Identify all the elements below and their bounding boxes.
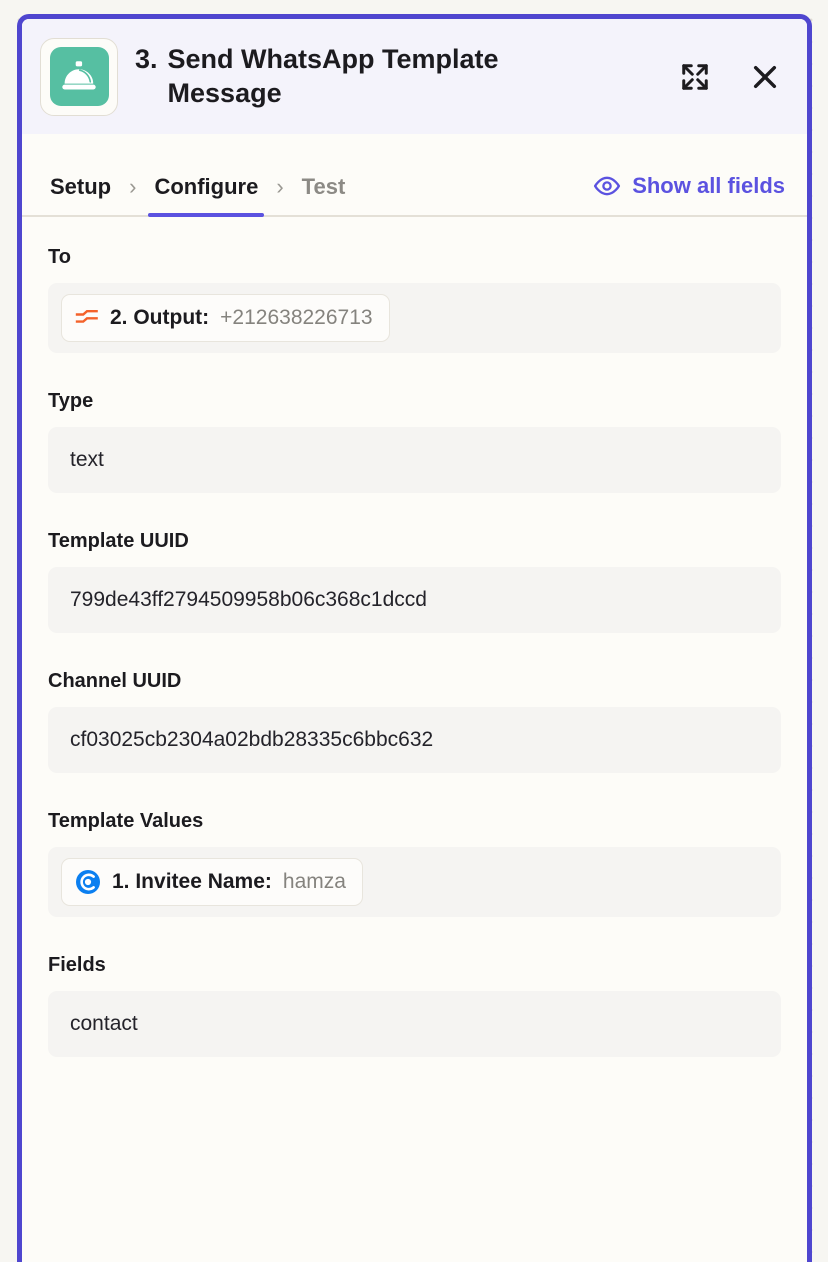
chip-key: 2. Output: xyxy=(110,306,210,329)
field-label-template-values: Template Values xyxy=(48,810,204,832)
field-group-channel-uuid: Channel UUID cf03025cb2304a02bdb28335c6b… xyxy=(48,669,781,773)
chip-key: 1. Invitee Name: xyxy=(112,870,272,893)
breadcrumb: Setup › Configure › Test xyxy=(48,134,348,217)
chevron-right-icon: › xyxy=(129,174,137,199)
tab-setup[interactable]: Setup xyxy=(48,176,113,215)
calendly-icon xyxy=(75,869,101,895)
field-group-type: Type text xyxy=(48,389,781,493)
field-input-template-uuid[interactable]: 799de43ff2794509958b06c368c1dccd xyxy=(48,567,781,633)
value-chip-output[interactable]: 2. Output: +212638226713 xyxy=(61,294,390,342)
configure-form: To 2. Output: +212638226713 Type text Te… xyxy=(22,217,807,1262)
chip-value: +212638226713 xyxy=(220,306,373,329)
action-configure-modal: 3. Send WhatsApp Template Message Setup … xyxy=(17,14,812,1262)
step-number: 3. xyxy=(135,43,158,74)
chip-value: hamza xyxy=(282,870,346,893)
field-group-fields: Fields contact xyxy=(48,953,781,1057)
expand-button[interactable] xyxy=(675,57,715,97)
close-icon xyxy=(753,65,777,88)
field-group-template-values: Template Values 1. Invitee Name: hamza xyxy=(48,809,781,917)
show-all-fields-label: Show all fields xyxy=(632,173,785,198)
chevron-right-icon: › xyxy=(276,174,284,199)
field-input-channel-uuid[interactable]: cf03025cb2304a02bdb28335c6bbc632 xyxy=(48,707,781,773)
field-group-template-uuid: Template UUID 799de43ff2794509958b06c368… xyxy=(48,529,781,633)
field-group-to: To 2. Output: +212638226713 xyxy=(48,245,781,353)
field-input-template-values[interactable]: 1. Invitee Name: hamza xyxy=(48,847,781,917)
field-input-fields[interactable]: contact xyxy=(48,991,781,1057)
step-tabbar: Setup › Configure › Test Show all fields xyxy=(22,134,807,217)
field-input-type[interactable]: text xyxy=(48,427,781,493)
action-title: Send WhatsApp Template Message xyxy=(167,43,499,108)
modal-header: 3. Send WhatsApp Template Message xyxy=(22,19,807,134)
show-all-fields-button[interactable]: Show all fields xyxy=(593,172,785,215)
field-label-channel-uuid: Channel UUID xyxy=(48,670,182,692)
close-button[interactable] xyxy=(745,57,785,97)
field-label-template-uuid: Template UUID xyxy=(48,530,189,552)
eye-icon xyxy=(594,176,621,196)
field-label-to: To xyxy=(48,246,71,268)
page-title: 3. Send WhatsApp Template Message xyxy=(135,43,675,111)
field-label-fields: Fields xyxy=(48,954,106,976)
field-input-to[interactable]: 2. Output: +212638226713 xyxy=(48,283,781,353)
expand-icon xyxy=(682,63,708,90)
field-label-type: Type xyxy=(48,390,94,412)
tab-configure[interactable]: Configure xyxy=(148,176,265,217)
app-icon-frame xyxy=(40,37,118,116)
service-bell-icon xyxy=(49,47,109,106)
value-chip-invitee-name[interactable]: 1. Invitee Name: hamza xyxy=(61,858,363,906)
header-actions xyxy=(675,57,785,97)
tab-test[interactable]: Test xyxy=(300,176,348,215)
code-wave-icon xyxy=(75,307,99,329)
